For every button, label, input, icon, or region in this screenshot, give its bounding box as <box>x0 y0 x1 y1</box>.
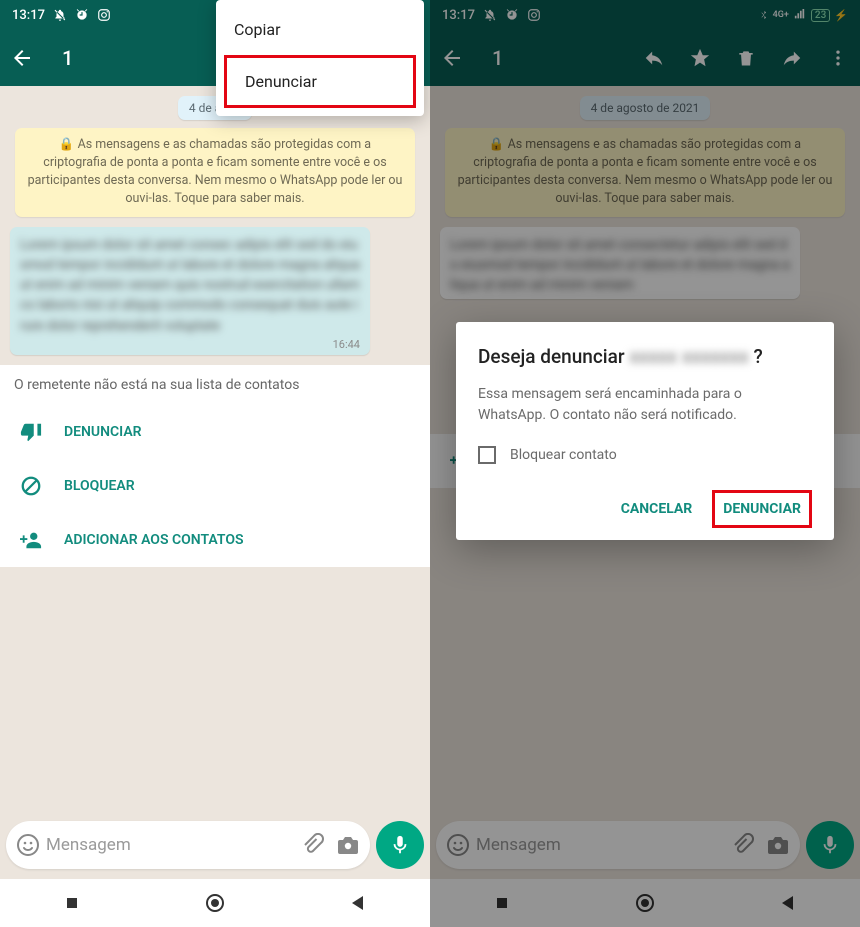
unknown-sender-label: O remetente não está na sua lista de con… <box>0 365 430 405</box>
block-label: BLOQUEAR <box>64 478 135 494</box>
report-dialog: Deseja denunciar xxxxx xxxxxxx ? Essa me… <box>456 322 834 540</box>
emoji-icon[interactable] <box>16 833 40 857</box>
composer: Mensagem <box>0 815 430 879</box>
phone-right: 13:17 4G+ 23 ⚡ 1 4 de agosto de 2021 🔒 A… <box>430 0 860 927</box>
add-contact-action[interactable]: ADICIONAR AOS CONTATOS <box>0 513 430 567</box>
message-bubble[interactable]: Lorem ipsum dolor sit amet consec adipis… <box>10 227 370 355</box>
dialog-blurred-name: xxxxx xxxxxxx <box>629 344 748 370</box>
menu-copy[interactable]: Copiar <box>216 6 424 53</box>
attach-icon[interactable] <box>300 833 324 857</box>
encryption-text: As mensagens e as chamadas são protegida… <box>28 137 403 206</box>
dialog-actions: CANCELAR DENUNCIAR <box>478 490 812 528</box>
mic-button[interactable] <box>376 821 424 869</box>
thumbs-down-icon <box>20 421 42 443</box>
context-menu: Copiar Denunciar <box>216 0 424 116</box>
menu-report[interactable]: Denunciar <box>224 55 416 108</box>
dialog-title: Deseja denunciar xxxxx xxxxxxx ? <box>478 344 812 370</box>
checkbox-unchecked[interactable] <box>478 446 496 464</box>
camera-icon[interactable] <box>336 833 360 857</box>
composer-placeholder: Mensagem <box>40 835 300 855</box>
contact-actions-panel: DENUNCIAR BLOQUEAR ADICIONAR AOS CONTATO… <box>0 405 430 567</box>
block-icon <box>20 475 42 497</box>
report-action[interactable]: DENUNCIAR <box>0 405 430 459</box>
dialog-title-pre: Deseja denunciar <box>478 345 625 368</box>
dialog-cancel-button[interactable]: CANCELAR <box>611 491 703 527</box>
chat-area: 4 de agos 🔒 As mensagens e as chamadas s… <box>0 86 430 365</box>
nav-home[interactable] <box>203 891 227 915</box>
add-label: ADICIONAR AOS CONTATOS <box>64 532 244 548</box>
alarm-icon <box>75 8 89 22</box>
message-text-blurred: Lorem ipsum dolor sit amet consec adipis… <box>20 235 360 336</box>
notification-off-icon <box>53 8 67 22</box>
dialog-report-button[interactable]: DENUNCIAR <box>712 490 812 528</box>
checkbox-label: Bloquear contato <box>510 447 617 463</box>
instagram-icon <box>97 8 111 22</box>
composer-input[interactable]: Mensagem <box>6 821 370 869</box>
block-action[interactable]: BLOQUEAR <box>0 459 430 513</box>
nav-recents[interactable] <box>60 891 84 915</box>
block-checkbox-row[interactable]: Bloquear contato <box>478 446 812 464</box>
android-navbar <box>0 879 430 927</box>
message-time: 16:44 <box>20 336 360 351</box>
dialog-title-post: ? <box>753 345 762 368</box>
chat-bg-empty <box>0 567 430 815</box>
dialog-body: Essa mensagem será encaminhada para o Wh… <box>478 384 812 426</box>
phone-left: 13:17 4G+ 23 ⚡ 1 4 de agos 🔒 As mensagen… <box>0 0 430 927</box>
lock-icon: 🔒 <box>59 137 75 152</box>
clock-time: 13:17 <box>12 8 45 23</box>
back-button[interactable] <box>8 44 36 72</box>
add-person-icon <box>20 529 42 551</box>
report-label: DENUNCIAR <box>64 424 142 440</box>
encryption-notice[interactable]: 🔒 As mensagens e as chamadas são protegi… <box>15 128 415 217</box>
nav-back-triangle[interactable] <box>346 891 370 915</box>
